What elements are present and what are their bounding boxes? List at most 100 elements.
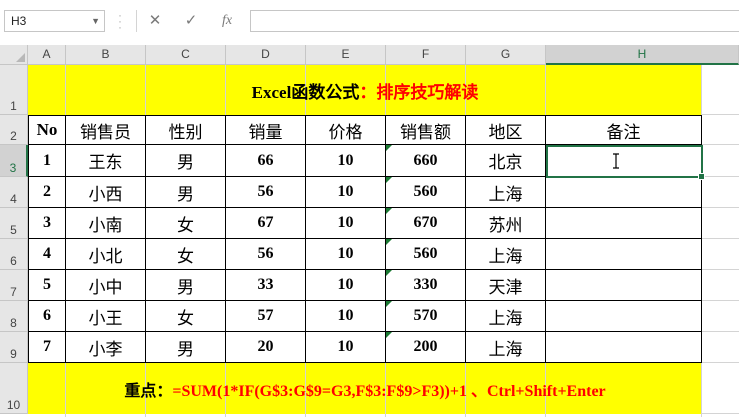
row-header-10[interactable]: 10 [0,363,28,414]
table-cell[interactable]: 小李 [66,332,146,363]
table-cell[interactable]: 200 [386,332,466,363]
error-indicator-icon[interactable] [386,270,392,276]
column-header-C[interactable]: C [146,45,226,65]
row-header-2[interactable]: 2 [0,115,28,145]
table-cell[interactable] [546,177,702,208]
table-header-cell[interactable]: 销量 [226,115,306,145]
table-cell[interactable]: 56 [226,177,306,208]
table-cell[interactable] [546,332,702,363]
row-header-6[interactable]: 6 [0,239,28,270]
drag-handle-icon[interactable]: · · · [118,9,122,33]
chevron-down-icon[interactable]: ▼ [91,11,100,31]
table-cell[interactable]: 10 [306,332,386,363]
table-cell[interactable]: 小西 [66,177,146,208]
table-cell[interactable]: 20 [226,332,306,363]
table-cell[interactable]: 上海 [466,301,546,332]
table-cell[interactable]: 10 [306,301,386,332]
table-header-cell[interactable]: 性别 [146,115,226,145]
table-cell[interactable]: 66 [226,145,306,177]
table-cell[interactable]: 560 [386,239,466,270]
column-header-G[interactable]: G [466,45,546,65]
table-cell[interactable]: 6 [28,301,66,332]
table-cell[interactable]: 男 [146,177,226,208]
row-header-4[interactable]: 4 [0,177,28,208]
insert-function-icon[interactable]: fx [212,10,242,32]
table-cell[interactable]: 王东 [66,145,146,177]
table-cell[interactable]: 3 [28,208,66,239]
table-cell[interactable]: 670 [386,208,466,239]
cancel-icon[interactable]: ✕ [140,10,170,32]
table-cell[interactable]: 1 [28,145,66,177]
row-header-5[interactable]: 5 [0,208,28,239]
formula-note[interactable]: 重点： =SUM(1*IF(G$3:G$9=G3,F$3:F$9>F3))+1 、… [28,363,702,414]
table-cell[interactable]: 7 [28,332,66,363]
error-indicator-icon[interactable] [386,239,392,245]
row-header-9[interactable]: 9 [0,332,28,363]
table-header-cell[interactable]: 价格 [306,115,386,145]
column-header-F[interactable]: F [386,45,466,65]
table-header-cell[interactable]: 销售额 [386,115,466,145]
table-cell[interactable] [546,301,702,332]
table-cell[interactable]: 女 [146,239,226,270]
table-cell[interactable]: 天津 [466,270,546,301]
error-indicator-icon[interactable] [386,208,392,214]
table-cell[interactable]: 苏州 [466,208,546,239]
table-cell[interactable]: 上海 [466,332,546,363]
table-cell[interactable]: 570 [386,301,466,332]
column-header-B[interactable]: B [66,45,146,65]
table-cell[interactable] [546,270,702,301]
table-header-cell[interactable]: 地区 [466,115,546,145]
table-cell[interactable]: 10 [306,239,386,270]
select-all-button[interactable] [0,45,28,65]
column-header-A[interactable]: A [28,45,66,65]
row-header-7[interactable]: 7 [0,270,28,301]
table-cell[interactable]: 男 [146,270,226,301]
table-cell[interactable]: 10 [306,208,386,239]
formula-input[interactable] [250,10,739,32]
row-header-1[interactable]: 1 [0,65,28,115]
row-header-8[interactable]: 8 [0,301,28,332]
column-header-D[interactable]: D [226,45,306,65]
table-cell[interactable]: 4 [28,239,66,270]
table-cell[interactable]: 男 [146,145,226,177]
row-header-3[interactable]: 3 [0,145,28,177]
table-header-cell[interactable]: 销售员 [66,115,146,145]
column-header-H[interactable]: H [546,45,739,65]
table-cell[interactable] [546,239,702,270]
table-cell[interactable]: 660 [386,145,466,177]
table-cell[interactable]: 5 [28,270,66,301]
table-cell[interactable]: 2 [28,177,66,208]
table-cell[interactable]: 女 [146,301,226,332]
table-cell[interactable]: 10 [306,270,386,301]
table-header-cell[interactable]: No [28,115,66,145]
table-cell[interactable]: 小北 [66,239,146,270]
sheet-title[interactable]: Excel函数公式：排序技巧解读 [28,65,702,115]
table-cell[interactable]: 10 [306,177,386,208]
table-cell[interactable]: 10 [306,145,386,177]
table-cell[interactable]: 男 [146,332,226,363]
table-cell[interactable]: 560 [386,177,466,208]
table-cell[interactable]: 56 [226,239,306,270]
table-cell[interactable]: 上海 [466,239,546,270]
error-indicator-icon[interactable] [386,301,392,307]
table-header-cell[interactable]: 备注 [546,115,702,145]
table-cell[interactable]: 上海 [466,177,546,208]
table-cell[interactable]: 小南 [66,208,146,239]
active-cell-H3[interactable] [546,145,705,180]
table-cell[interactable] [546,208,702,239]
error-indicator-icon[interactable] [386,332,392,338]
error-indicator-icon[interactable] [386,145,392,151]
fill-handle[interactable] [698,173,705,180]
column-header-E[interactable]: E [306,45,386,65]
table-cell[interactable]: 女 [146,208,226,239]
table-cell[interactable]: 小中 [66,270,146,301]
table-cell[interactable]: 57 [226,301,306,332]
table-cell[interactable]: 33 [226,270,306,301]
table-cell[interactable]: 67 [226,208,306,239]
enter-icon[interactable]: ✓ [176,10,206,32]
table-cell[interactable]: 330 [386,270,466,301]
name-box[interactable]: H3 ▼ [4,10,105,32]
table-cell[interactable]: 小王 [66,301,146,332]
table-cell[interactable]: 北京 [466,145,546,177]
error-indicator-icon[interactable] [386,177,392,183]
